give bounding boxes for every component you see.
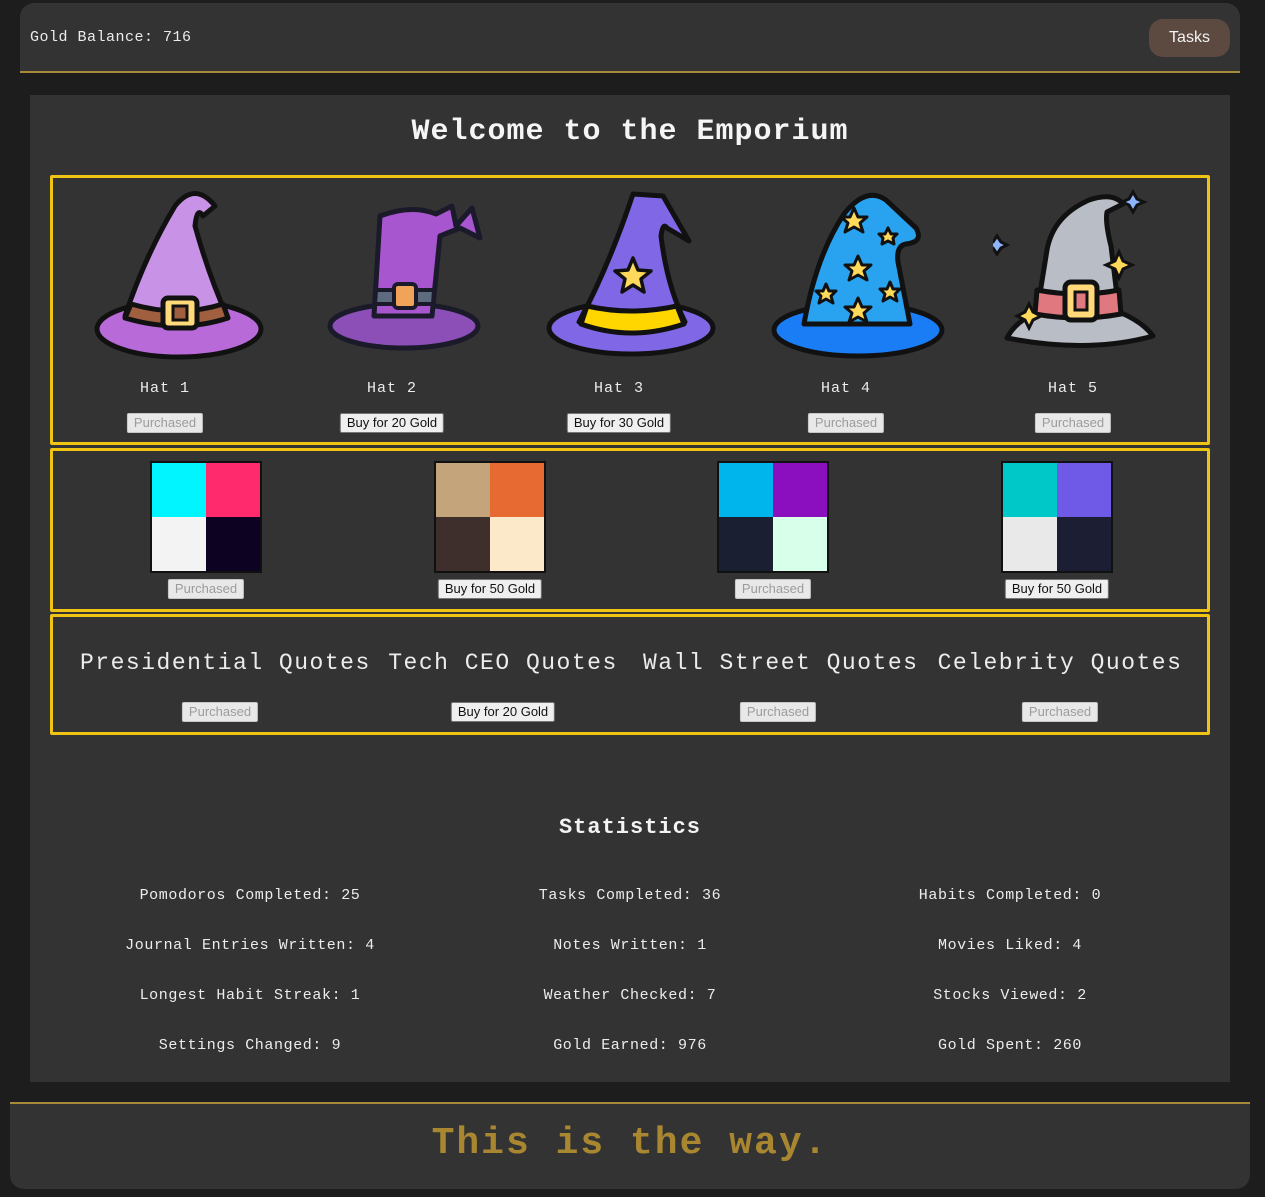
stat-item: Settings Changed: 9 (158, 1037, 342, 1054)
theme-buy-button[interactable]: Purchased (734, 579, 812, 599)
themes-section: Purchased Buy for 50 Gold Purchased Buy … (50, 448, 1210, 612)
swatch-color (773, 463, 827, 517)
stat-item: Pomodoros Completed: 25 (139, 887, 361, 904)
theme-buy-button[interactable]: Buy for 50 Gold (1004, 579, 1110, 599)
quote-pack-label: Presidential Quotes (80, 650, 371, 676)
quote-pack-item: Celebrity Quotes Purchased (935, 617, 1185, 735)
stat-item: Tasks Completed: 36 (538, 887, 722, 904)
swatch-color (490, 517, 544, 571)
swatch-color (152, 463, 206, 517)
hat-buy-button[interactable]: Purchased (807, 413, 885, 433)
quote-buy-button[interactable]: Purchased (739, 702, 817, 722)
hats-section: Hat 1 Purchased Hat 2 Buy for 20 Gold Ha… (50, 175, 1210, 445)
statistics-grid: Pomodoros Completed: 25 Tasks Completed:… (60, 885, 1200, 1085)
quote-pack-label: Celebrity Quotes (937, 650, 1183, 676)
theme-buy-button[interactable]: Buy for 50 Gold (437, 579, 543, 599)
swatch-color (773, 517, 827, 571)
stat-item: Gold Earned: 976 (553, 1037, 707, 1054)
swatch-color (206, 517, 260, 571)
theme-item: Purchased (648, 451, 898, 611)
quote-pack-label: Wall Street Quotes (643, 650, 919, 676)
swatch-color (152, 517, 206, 571)
hat-label: Hat 5 (1047, 380, 1098, 397)
hat-buy-button[interactable]: Purchased (1034, 413, 1112, 433)
theme-item: Buy for 50 Gold (932, 451, 1182, 611)
quote-buy-button[interactable]: Buy for 20 Gold (450, 702, 556, 722)
swatch-color (1003, 517, 1057, 571)
emporium-panel: Welcome to the Emporium Hat 1 Purchased … (30, 95, 1230, 1082)
theme-swatch (150, 461, 262, 573)
hat-label: Hat 3 (593, 380, 644, 397)
quote-pack-item: Presidential Quotes Purchased (80, 617, 371, 735)
hat-item: Hat 3 Buy for 30 Gold (509, 178, 729, 448)
stat-item: Movies Liked: 4 (937, 937, 1083, 954)
wizard-hat-star-icon (546, 191, 716, 357)
swatch-color (436, 463, 490, 517)
swatch-color (719, 517, 773, 571)
hat-label: Hat 1 (139, 380, 190, 397)
witch-hat-violet-icon (327, 203, 483, 351)
gold-balance: Gold Balance: 716 (30, 29, 192, 46)
footer: This is the way. (10, 1102, 1250, 1189)
swatch-color (206, 463, 260, 517)
quote-buy-button[interactable]: Purchased (1021, 702, 1099, 722)
statistics-title: Statistics (558, 815, 702, 840)
hat-label: Hat 2 (366, 380, 417, 397)
theme-swatch (434, 461, 546, 573)
page-title: Welcome to the Emporium (411, 115, 849, 149)
hat-label: Hat 4 (820, 380, 871, 397)
wizard-hat-blue-stars-icon (771, 192, 945, 359)
theme-buy-button[interactable]: Purchased (167, 579, 245, 599)
quote-pack-item: Tech CEO Quotes Buy for 20 Gold (383, 617, 623, 735)
swatch-color (719, 463, 773, 517)
quote-pack-item: Wall Street Quotes Purchased (643, 617, 919, 735)
theme-item: Buy for 50 Gold (365, 451, 615, 611)
hat-item: Hat 2 Buy for 20 Gold (282, 178, 502, 448)
witch-hat-grey-sparkle-icon (993, 188, 1156, 349)
hat-item: Hat 4 Purchased (736, 178, 956, 448)
hat-buy-button[interactable]: Purchased (126, 413, 204, 433)
hat-buy-button[interactable]: Buy for 30 Gold (566, 413, 672, 433)
quote-pack-label: Tech CEO Quotes (388, 650, 618, 676)
stat-item: Stocks Viewed: 2 (933, 987, 1087, 1004)
stat-item: Gold Spent: 260 (937, 1037, 1083, 1054)
witch-hat-purple-icon (94, 191, 264, 360)
top-bar: Gold Balance: 716 Tasks (20, 3, 1240, 73)
quotes-section: Presidential Quotes Purchased Tech CEO Q… (50, 614, 1210, 735)
stat-item: Longest Habit Streak: 1 (139, 987, 361, 1004)
theme-swatch (717, 461, 829, 573)
theme-item: Purchased (81, 451, 331, 611)
quote-buy-button[interactable]: Purchased (181, 702, 259, 722)
swatch-color (436, 517, 490, 571)
swatch-color (1057, 517, 1111, 571)
swatch-color (1003, 463, 1057, 517)
stat-item: Notes Written: 1 (553, 937, 707, 954)
hat-item: Hat 1 Purchased (55, 178, 275, 448)
tasks-button[interactable]: Tasks (1149, 19, 1230, 57)
swatch-color (490, 463, 544, 517)
swatch-color (1057, 463, 1111, 517)
hat-item: Hat 5 Purchased (963, 178, 1183, 448)
footer-motto: This is the way. (431, 1122, 829, 1165)
stat-item: Habits Completed: 0 (918, 887, 1102, 904)
theme-swatch (1001, 461, 1113, 573)
stat-item: Weather Checked: 7 (543, 987, 717, 1004)
hat-buy-button[interactable]: Buy for 20 Gold (339, 413, 445, 433)
stat-item: Journal Entries Written: 4 (125, 937, 375, 954)
